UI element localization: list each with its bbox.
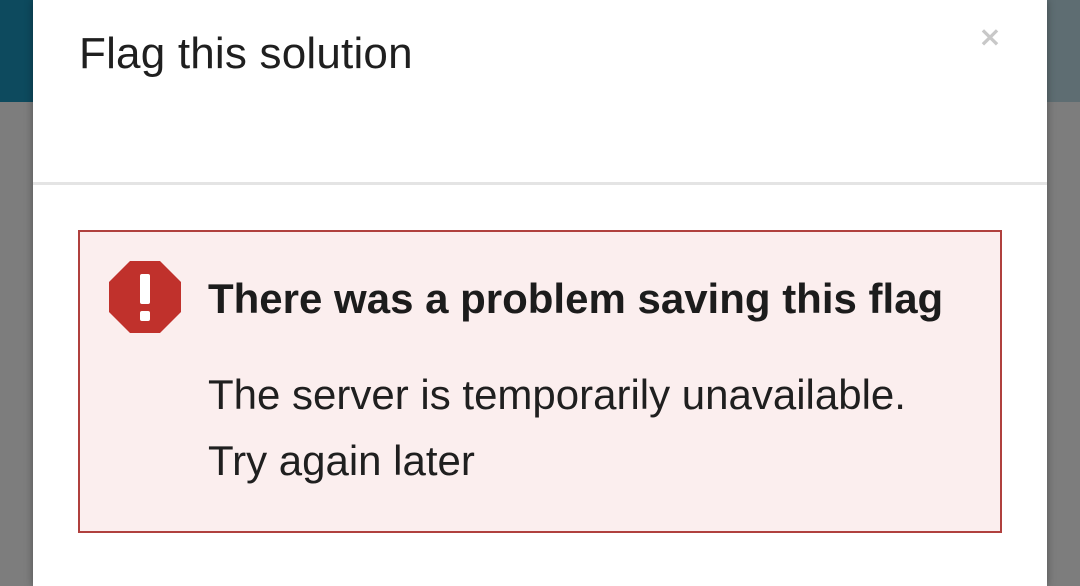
flag-dialog: Flag this solution × There was a problem… (33, 0, 1047, 586)
alert-message-line: The server is temporarily unavailable. (208, 371, 906, 418)
error-alert: There was a problem saving this flag The… (78, 230, 1002, 533)
error-octagon-icon (109, 261, 181, 333)
dialog-title: Flag this solution (79, 29, 413, 78)
close-button[interactable]: × (975, 20, 1005, 54)
alert-title: There was a problem saving this flag (208, 275, 944, 322)
dialog-header: Flag this solution × (33, 0, 1047, 185)
alert-message: The server is temporarily unavailable. T… (208, 362, 988, 494)
alert-message-line: Try again later (208, 437, 475, 484)
